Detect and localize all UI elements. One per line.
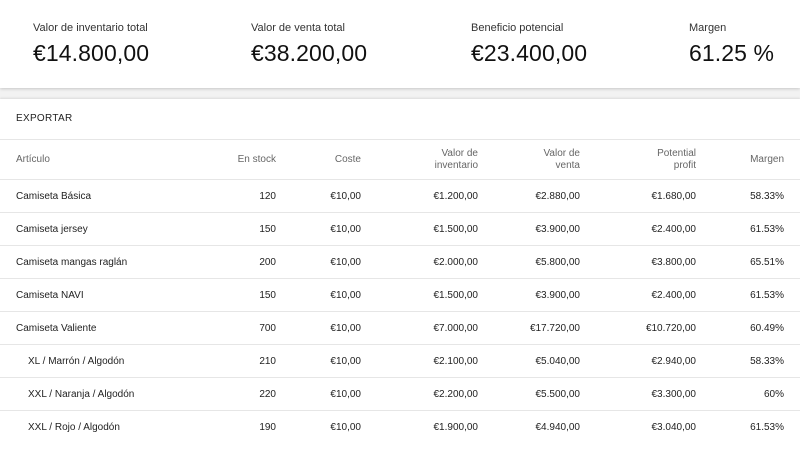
cell-article: XXL / Naranja / Algodón bbox=[0, 377, 196, 411]
cell-inventory-value: €2.200,00 bbox=[361, 377, 478, 411]
inventory-table-card: EXPORTAR Artículo En stock Coste Valor d… bbox=[0, 99, 800, 450]
cell-stock: 190 bbox=[196, 410, 276, 444]
cell-margin: 60.49% bbox=[696, 311, 800, 345]
cell-margin: 61.53% bbox=[696, 212, 800, 246]
cell-sale-value: €3.900,00 bbox=[478, 278, 580, 312]
column-header-potential-profit[interactable]: Potential profit bbox=[580, 139, 696, 180]
table-row[interactable]: Camiseta Valiente 700 €10,00 €7.000,00 €… bbox=[0, 311, 800, 345]
cell-potential-profit: €3.300,00 bbox=[580, 377, 696, 411]
cell-cost: €10,00 bbox=[276, 212, 361, 246]
table-row[interactable]: Camiseta Básica 120 €10,00 €1.200,00 €2.… bbox=[0, 179, 800, 213]
cell-margin: 65.51% bbox=[696, 245, 800, 279]
cell-potential-profit: €1.680,00 bbox=[580, 179, 696, 213]
cell-potential-profit: €2.400,00 bbox=[580, 212, 696, 246]
cell-inventory-value: €1.500,00 bbox=[361, 278, 478, 312]
cell-article: Camiseta NAVI bbox=[0, 278, 196, 312]
cell-article: Camiseta jersey bbox=[0, 212, 196, 246]
column-header-sale-value[interactable]: Valor de venta bbox=[478, 139, 580, 180]
cell-margin: 58.33% bbox=[696, 344, 800, 378]
cell-inventory-value: €2.100,00 bbox=[361, 344, 478, 378]
table-row[interactable]: Camiseta jersey 150 €10,00 €1.500,00 €3.… bbox=[0, 212, 800, 246]
cell-stock: 200 bbox=[196, 245, 276, 279]
cell-sale-value: €4.940,00 bbox=[478, 410, 580, 444]
potential-profit-value: €23.400,00 bbox=[471, 40, 588, 66]
table-header-row: Artículo En stock Coste Valor de inventa… bbox=[0, 139, 800, 180]
column-header-sale-value-line2: venta bbox=[555, 159, 580, 171]
inventory-table: Artículo En stock Coste Valor de inventa… bbox=[0, 139, 800, 444]
cell-article: Camiseta Valiente bbox=[0, 311, 196, 345]
cell-potential-profit: €3.800,00 bbox=[580, 245, 696, 279]
cell-article: Camiseta mangas raglán bbox=[0, 245, 196, 279]
column-header-potential-profit-line1: Potential bbox=[657, 147, 696, 159]
cell-stock: 210 bbox=[196, 344, 276, 378]
cell-stock: 150 bbox=[196, 212, 276, 246]
column-header-stock[interactable]: En stock bbox=[196, 139, 276, 180]
sale-total-stat: Valor de venta total €38.200,00 bbox=[251, 22, 367, 67]
inventory-total-value: €14.800,00 bbox=[33, 40, 150, 66]
export-button[interactable]: EXPORTAR bbox=[16, 113, 73, 124]
cell-cost: €10,00 bbox=[276, 344, 361, 378]
margin-value: 61.25 % bbox=[689, 40, 775, 66]
cell-inventory-value: €7.000,00 bbox=[361, 311, 478, 345]
cell-sale-value: €17.720,00 bbox=[478, 311, 580, 345]
cell-cost: €10,00 bbox=[276, 311, 361, 345]
cell-margin: 58.33% bbox=[696, 179, 800, 213]
table-row-variant[interactable]: XXL / Rojo / Algodón 190 €10,00 €1.900,0… bbox=[0, 410, 800, 444]
table-row[interactable]: Camiseta mangas raglán 200 €10,00 €2.000… bbox=[0, 245, 800, 279]
cell-potential-profit: €2.400,00 bbox=[580, 278, 696, 312]
column-header-sale-value-line1: Valor de bbox=[543, 147, 580, 159]
cell-sale-value: €5.500,00 bbox=[478, 377, 580, 411]
potential-profit-label: Beneficio potencial bbox=[471, 22, 564, 34]
cell-margin: 61.53% bbox=[696, 278, 800, 312]
cell-sale-value: €5.800,00 bbox=[478, 245, 580, 279]
cell-stock: 700 bbox=[196, 311, 276, 345]
margin-label: Margen bbox=[689, 22, 727, 34]
column-header-inventory-value-line1: Valor de bbox=[441, 147, 478, 159]
cell-article: Camiseta Básica bbox=[0, 179, 196, 213]
cell-cost: €10,00 bbox=[276, 377, 361, 411]
column-header-article[interactable]: Artículo bbox=[0, 139, 196, 180]
cell-cost: €10,00 bbox=[276, 179, 361, 213]
cell-potential-profit: €3.040,00 bbox=[580, 410, 696, 444]
cell-inventory-value: €1.200,00 bbox=[361, 179, 478, 213]
cell-stock: 120 bbox=[196, 179, 276, 213]
column-header-cost[interactable]: Coste bbox=[276, 139, 361, 180]
column-header-potential-profit-line2: profit bbox=[673, 159, 696, 171]
column-header-inventory-value-line2: inventario bbox=[434, 159, 478, 171]
cell-cost: €10,00 bbox=[276, 410, 361, 444]
column-header-inventory-value[interactable]: Valor de inventario bbox=[361, 139, 478, 180]
summary-bar: Valor de inventario total €14.800,00 Val… bbox=[0, 0, 800, 88]
cell-inventory-value: €2.000,00 bbox=[361, 245, 478, 279]
cell-stock: 220 bbox=[196, 377, 276, 411]
inventory-total-label: Valor de inventario total bbox=[33, 22, 148, 34]
cell-potential-profit: €2.940,00 bbox=[580, 344, 696, 378]
cell-cost: €10,00 bbox=[276, 278, 361, 312]
cell-stock: 150 bbox=[196, 278, 276, 312]
margin-stat: Margen 61.25 % bbox=[689, 22, 774, 67]
cell-cost: €10,00 bbox=[276, 245, 361, 279]
cell-sale-value: €5.040,00 bbox=[478, 344, 580, 378]
sale-total-label: Valor de venta total bbox=[251, 22, 345, 34]
inventory-total-stat: Valor de inventario total €14.800,00 bbox=[33, 22, 149, 67]
table-row-variant[interactable]: XXL / Naranja / Algodón 220 €10,00 €2.20… bbox=[0, 377, 800, 411]
table-row[interactable]: Camiseta NAVI 150 €10,00 €1.500,00 €3.90… bbox=[0, 278, 800, 312]
cell-sale-value: €2.880,00 bbox=[478, 179, 580, 213]
potential-profit-stat: Beneficio potencial €23.400,00 bbox=[471, 22, 587, 67]
cell-inventory-value: €1.900,00 bbox=[361, 410, 478, 444]
column-header-margin[interactable]: Margen bbox=[696, 139, 800, 180]
cell-sale-value: €3.900,00 bbox=[478, 212, 580, 246]
table-row-variant[interactable]: XL / Marrón / Algodón 210 €10,00 €2.100,… bbox=[0, 344, 800, 378]
cell-article: XXL / Rojo / Algodón bbox=[0, 410, 196, 444]
cell-margin: 60% bbox=[696, 377, 800, 411]
sale-total-value: €38.200,00 bbox=[251, 40, 368, 66]
cell-inventory-value: €1.500,00 bbox=[361, 212, 478, 246]
cell-article: XL / Marrón / Algodón bbox=[0, 344, 196, 378]
cell-potential-profit: €10.720,00 bbox=[580, 311, 696, 345]
cell-margin: 61.53% bbox=[696, 410, 800, 444]
